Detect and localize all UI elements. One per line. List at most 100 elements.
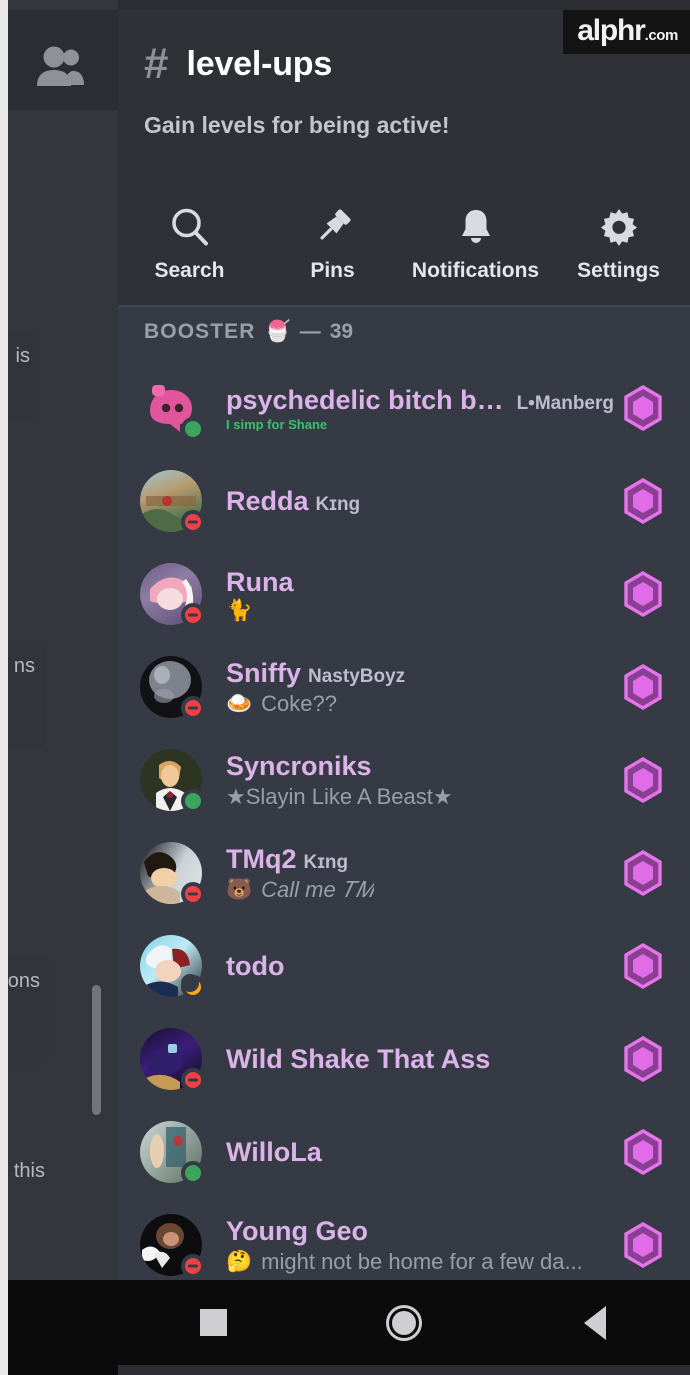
- avatar-wrapper[interactable]: [140, 1121, 205, 1185]
- member-tag: Kɪng: [303, 851, 349, 873]
- shaved-ice-emoji: 🍧: [264, 320, 291, 343]
- channel-name: level-ups: [186, 44, 333, 83]
- member-custom-status: Call me 𝑇𝑀: [261, 876, 375, 902]
- member-row[interactable]: todo: [118, 920, 690, 1012]
- member-row[interactable]: TMq2 Kɪng 🐻 Call me 𝑇𝑀: [118, 827, 690, 919]
- member-tag: L•Manberg: [516, 392, 614, 414]
- member-status-row: 🐈: [226, 600, 614, 621]
- avatar-wrapper[interactable]: [140, 470, 205, 534]
- member-name-row: Redda Kɪng: [226, 486, 614, 517]
- presence-indicator-dnd: [181, 510, 205, 534]
- back-button[interactable]: [560, 1296, 630, 1350]
- member-tag: NastyBoyz: [308, 665, 406, 687]
- avatar-wrapper[interactable]: [140, 749, 205, 813]
- boost-badge-cell[interactable]: [614, 757, 672, 803]
- member-name: Sniffy: [226, 657, 302, 688]
- bowl-emoji: 🍛: [226, 692, 253, 715]
- action-notifications[interactable]: Notifications: [404, 206, 547, 283]
- avatar-wrapper[interactable]: [140, 563, 205, 627]
- member-row[interactable]: Wild Shake That Ass: [118, 1013, 690, 1105]
- boost-badge-cell[interactable]: [614, 850, 672, 896]
- avatar-wrapper[interactable]: [140, 935, 205, 999]
- member-name-row: Wild Shake That Ass: [226, 1044, 614, 1075]
- avatar-wrapper[interactable]: [140, 377, 205, 441]
- recents-button[interactable]: [178, 1296, 248, 1350]
- boost-badge-icon: [624, 757, 662, 803]
- member-custom-status: Coke??: [261, 690, 337, 716]
- phone-screen: is ns ons this # level-ups Gain levels f…: [0, 0, 690, 1375]
- avatar-wrapper[interactable]: [140, 842, 205, 906]
- member-name: Wild Shake That Ass: [226, 1043, 491, 1074]
- member-row[interactable]: Syncroniks ★Slayin Like A Beast★: [118, 734, 690, 826]
- boost-badge-cell[interactable]: [614, 943, 672, 989]
- boost-badge-icon: [624, 385, 662, 431]
- member-row[interactable]: Sniffy NastyBoyz 🍛 Coke??: [118, 641, 690, 733]
- background-fragment-text: ns: [13, 655, 35, 677]
- boost-badge-cell[interactable]: [614, 664, 672, 710]
- action-pins[interactable]: Pins: [261, 206, 404, 283]
- member-tag: Kɪng: [315, 493, 361, 515]
- boost-badge-cell[interactable]: [614, 478, 672, 524]
- presence-indicator-dnd: [181, 603, 205, 627]
- left-rail: [0, 10, 118, 110]
- alphr-watermark: alphr .com: [563, 10, 690, 54]
- member-name: Redda: [226, 485, 309, 516]
- member-row[interactable]: WilloLa: [118, 1106, 690, 1198]
- member-row[interactable]: Redda Kɪng: [118, 455, 690, 547]
- member-name-row: psychedelic bitch baby L•Manberg: [226, 385, 614, 416]
- watermark-tld: .com: [644, 27, 679, 44]
- member-text: Young Geo 🤔 might not be home for a few …: [226, 1216, 614, 1275]
- avatar-wrapper[interactable]: [140, 1214, 205, 1278]
- boost-badge-cell[interactable]: [614, 385, 672, 431]
- member-row[interactable]: psychedelic bitch baby L•Manberg I simp …: [118, 362, 690, 454]
- member-status-row: I simp for Shane: [226, 418, 614, 432]
- channel-topic: Gain levels for being active!: [144, 112, 450, 138]
- member-group-label: BOOSTER: [144, 320, 256, 343]
- channel-action-bar: Search Pins Notifications Settings: [118, 182, 690, 306]
- navbar-left-filler: [0, 1280, 118, 1375]
- presence-indicator-dnd: [181, 696, 205, 720]
- action-settings-label: Settings: [577, 258, 660, 282]
- back-triangle-icon: [583, 1305, 606, 1340]
- recents-square-icon: [199, 1309, 227, 1336]
- member-list[interactable]: psychedelic bitch baby L•Manberg I simp …: [118, 362, 690, 1278]
- member-group-header: BOOSTER 🍧 — 39: [144, 320, 353, 344]
- member-row[interactable]: Young Geo 🤔 might not be home for a few …: [118, 1199, 690, 1291]
- member-name-row: WilloLa: [226, 1137, 614, 1168]
- boost-badge-cell[interactable]: [614, 1036, 672, 1082]
- bear-emoji: 🐻: [226, 878, 253, 901]
- action-search[interactable]: Search: [118, 206, 261, 283]
- search-icon: [171, 208, 208, 245]
- action-settings[interactable]: Settings: [547, 206, 690, 283]
- members-icon[interactable]: [32, 44, 86, 90]
- boost-badge-cell[interactable]: [614, 571, 672, 617]
- channel-scrollbar[interactable]: [92, 985, 101, 1115]
- member-custom-status: might not be home for a few da...: [261, 1248, 583, 1274]
- member-name: Runa: [226, 567, 294, 597]
- bell-icon: [461, 209, 490, 243]
- home-button[interactable]: [369, 1296, 439, 1350]
- boost-badge-icon: [624, 478, 662, 524]
- member-name: psychedelic bitch baby: [226, 384, 510, 415]
- avatar-wrapper[interactable]: [140, 1028, 205, 1092]
- cat-emoji: 🐈: [226, 599, 253, 622]
- member-row[interactable]: Runa 🐈: [118, 548, 690, 640]
- member-group-count: 39: [329, 320, 354, 343]
- background-fragment-text: this: [13, 1160, 45, 1182]
- member-name-row: Syncroniks: [226, 751, 614, 782]
- boost-badge-cell[interactable]: [614, 1222, 672, 1268]
- action-notifications-label: Notifications: [411, 258, 540, 282]
- avatar-wrapper[interactable]: [140, 656, 205, 720]
- background-fragment-text: ons: [7, 970, 40, 992]
- presence-indicator-dnd: [181, 882, 205, 906]
- boost-badge-icon: [624, 1222, 662, 1268]
- member-custom-status: I simp for Shane: [226, 417, 328, 432]
- boost-badge-icon: [624, 1036, 662, 1082]
- member-text: psychedelic bitch baby L•Manberg I simp …: [226, 385, 614, 432]
- boost-badge-cell[interactable]: [614, 1129, 672, 1175]
- member-text: Runa 🐈: [226, 567, 614, 621]
- presence-indicator-idle: [181, 974, 205, 999]
- presence-indicator-dnd: [181, 1254, 205, 1278]
- presence-indicator-online: [181, 1161, 205, 1185]
- member-name: Syncroniks: [226, 750, 372, 781]
